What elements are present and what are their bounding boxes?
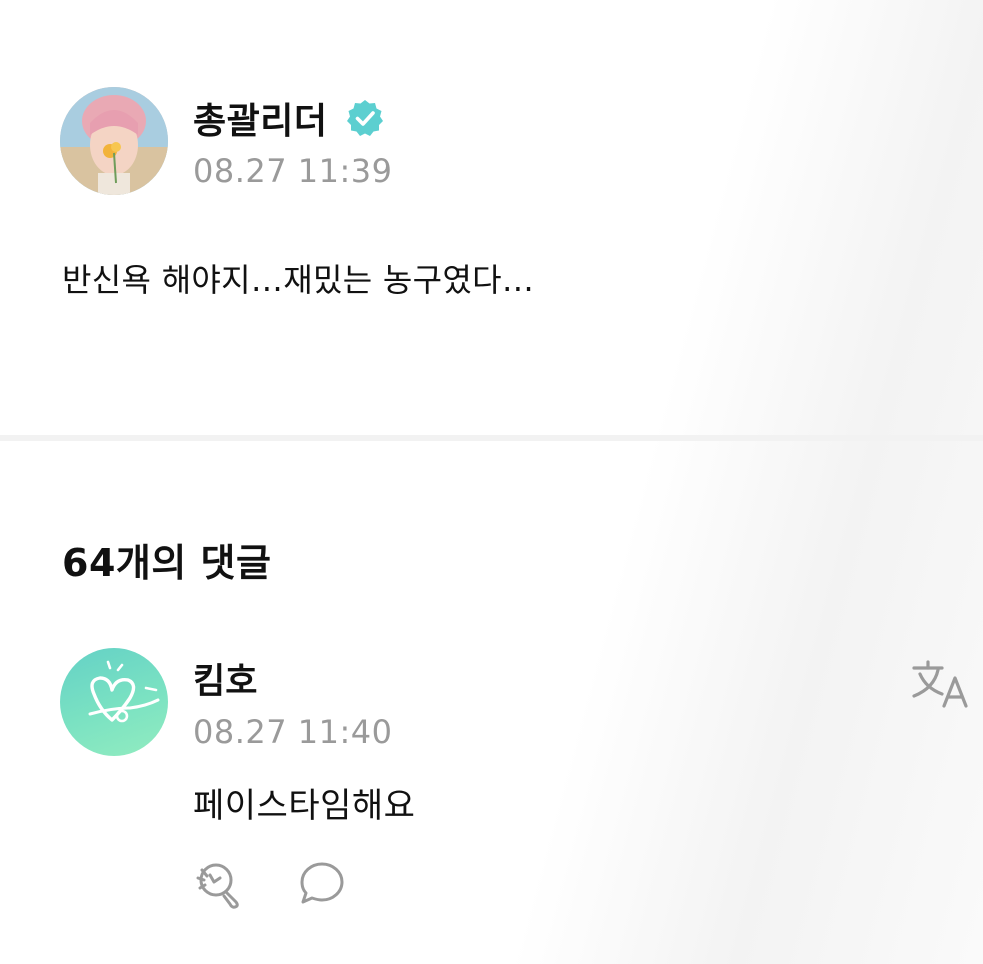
translate-button[interactable] — [908, 656, 974, 712]
comment-text: 페이스타임해요 — [193, 786, 416, 826]
like-reaction-icon — [196, 863, 239, 909]
reply-button[interactable] — [298, 860, 346, 906]
post-detail-page: 총괄리더 08.27 11:39 반신욕 해야지…재밌는 농구였다… 64개의 … — [0, 0, 983, 964]
post-timestamp: 08.27 11:39 — [193, 152, 393, 190]
post-author-avatar[interactable] — [60, 87, 168, 195]
comment-author-name[interactable]: 킴호 — [193, 653, 257, 704]
comments-count-heading: 64개의 댓글 — [62, 541, 272, 585]
post-author-name[interactable]: 총괄리더 — [193, 92, 327, 144]
section-divider — [0, 435, 983, 441]
heart-doodle-icon — [88, 660, 160, 723]
reply-bubble-icon — [300, 862, 344, 904]
like-reaction-button[interactable] — [190, 858, 248, 910]
comment-timestamp: 08.27 11:40 — [193, 713, 393, 751]
avatar-photo — [60, 87, 168, 195]
comment-author-avatar[interactable] — [60, 648, 168, 756]
post-body-text: 반신욕 해야지…재밌는 농구였다… — [62, 261, 535, 299]
verified-badge-icon — [345, 98, 385, 138]
translate-icon — [912, 660, 968, 708]
